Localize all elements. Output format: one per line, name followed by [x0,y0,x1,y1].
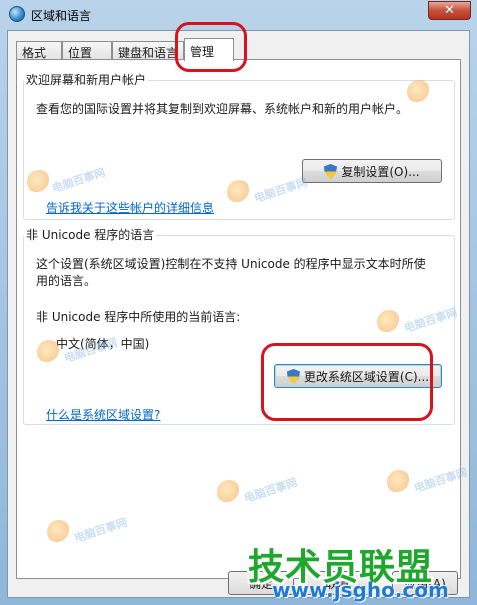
uac-shield-icon [286,368,300,384]
tab-keyboards-languages[interactable]: 键盘和语言 [112,41,184,60]
welcome-description: 查看您的国际设置并将其复制到欢迎屏幕、系统帐户和新的用户帐户。 [36,102,409,116]
watermark-logo-icon [387,470,411,494]
tab-administrative[interactable]: 管理 [184,38,234,61]
watermark-logo-icon [27,170,51,194]
what-is-system-locale-link[interactable]: 什么是系统区域设置? [46,406,160,423]
non-unicode-group-title: 非 Unicode 程序的语言 [24,226,157,243]
tab-location[interactable]: 位置 [62,41,112,60]
region-language-window: 区域和语言 ✕ 格式 位置 键盘和语言 管理 欢迎屏幕和新用户帐户 查看您的国际… [0,0,477,605]
close-button[interactable]: ✕ [428,1,471,20]
current-language-label: 非 Unicode 程序中所使用的当前语言: [36,310,241,324]
watermark-logo-icon [407,80,431,104]
watermark-text: 电脑百事网 [72,515,129,546]
watermark-text: 电脑百事网 [242,475,299,506]
non-unicode-description-line2: 用的语言。 [36,274,97,288]
watermark-logo-icon [47,520,71,544]
tab-format[interactable]: 格式 [16,41,62,60]
watermark-text: 电脑百事网 [412,465,469,496]
watermark-logo-icon [217,480,241,504]
window-title: 区域和语言 [31,9,92,23]
globe-icon [9,6,25,22]
uac-shield-icon [324,163,338,179]
copy-settings-button[interactable]: 复制设置(O)... [302,159,442,183]
watermark-url: www.jsgho.com [272,578,449,602]
accounts-details-link[interactable]: 告诉我关于这些帐户的详细信息 [46,199,214,216]
welcome-group-title: 欢迎屏幕和新用户帐户 [24,71,149,88]
administrative-panel: 欢迎屏幕和新用户帐户 查看您的国际设置并将其复制到欢迎屏幕、系统帐户和新的用户帐… [16,59,469,579]
dialog-client: 格式 位置 键盘和语言 管理 欢迎屏幕和新用户帐户 查看您的国际设置并将其复制到… [7,30,470,598]
change-system-locale-label: 更改系统区域设置(C)... [303,369,430,384]
copy-settings-label: 复制设置(O)... [341,164,420,179]
non-unicode-description-line1: 这个设置(系统区域设置)控制在不支持 Unicode 的程序中显示文本时所使 [36,257,426,271]
watermark-logo-icon [227,180,251,204]
title-bar[interactable]: 区域和语言 ✕ [0,0,477,30]
change-system-locale-button[interactable]: 更改系统区域设置(C)... [274,364,442,388]
watermark-logo-icon [37,340,61,364]
watermark-logo-icon [377,310,401,334]
